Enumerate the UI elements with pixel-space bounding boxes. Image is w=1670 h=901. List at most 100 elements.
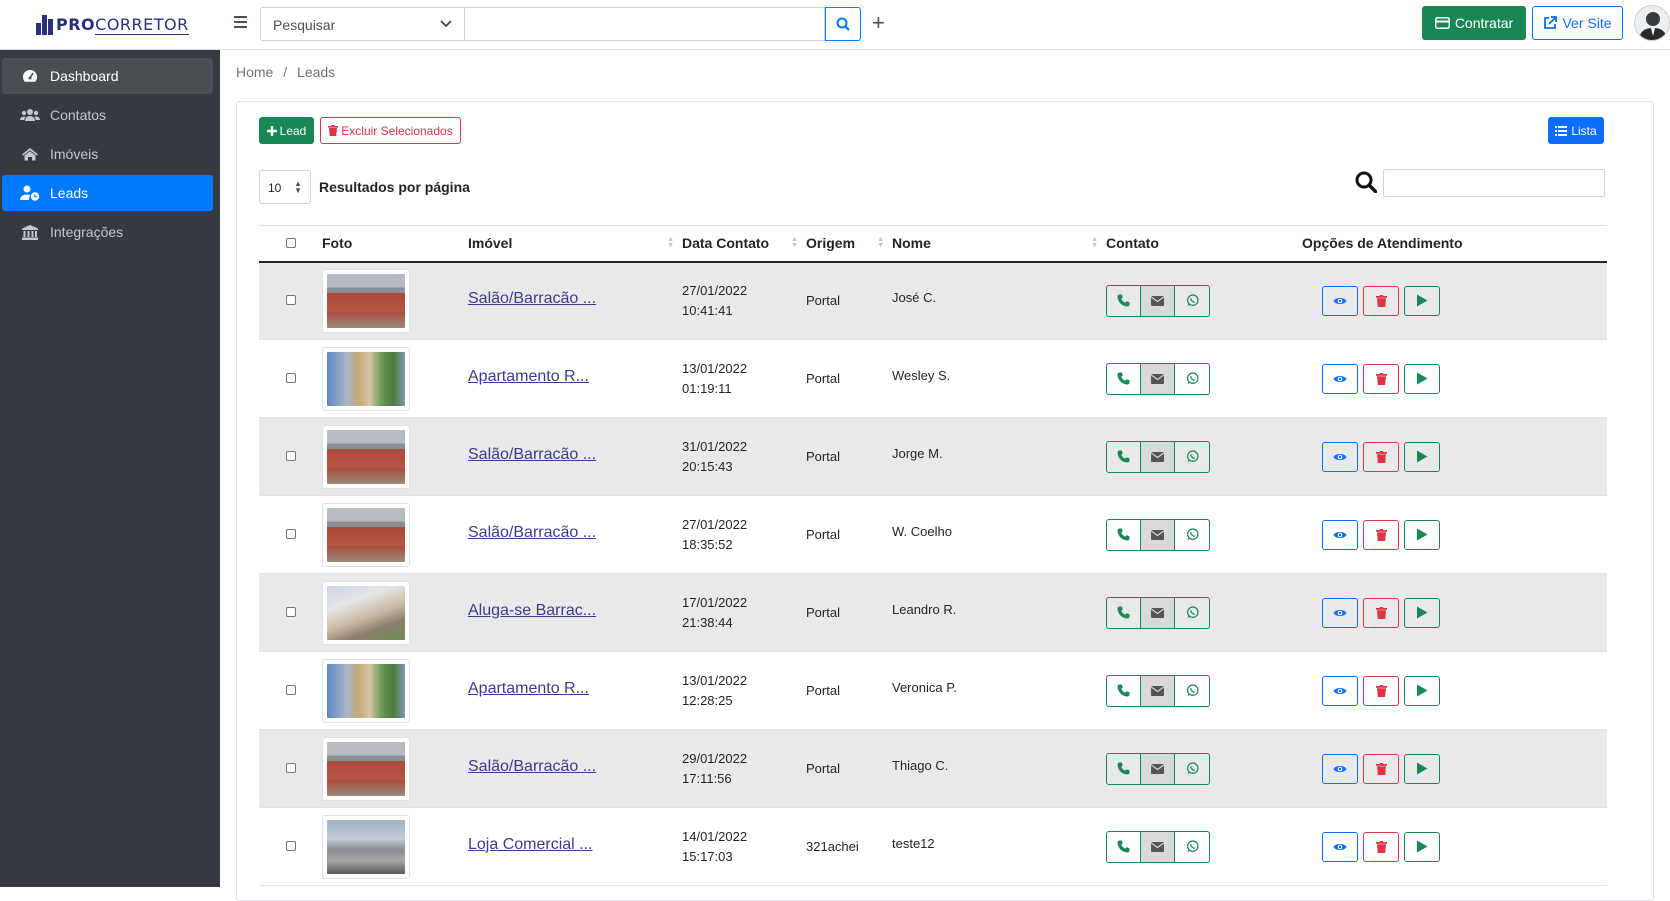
trash-icon xyxy=(1375,294,1387,307)
delete-selected-button[interactable]: Excluir Selecionados xyxy=(320,117,461,144)
sidebar-item-integracoes[interactable]: Integrações xyxy=(2,214,213,250)
delete-button[interactable] xyxy=(1363,753,1399,784)
search-button[interactable] xyxy=(825,7,861,41)
breadcrumb-home[interactable]: Home xyxy=(236,64,273,80)
email-button[interactable] xyxy=(1141,831,1175,862)
property-thumbnail[interactable] xyxy=(322,268,410,333)
column-header-imovel[interactable]: Imóvel ▲ ▼ xyxy=(468,226,682,262)
email-button[interactable] xyxy=(1141,675,1175,706)
row-checkbox[interactable] xyxy=(285,607,296,617)
add-plus-icon[interactable]: + xyxy=(872,12,885,34)
row-checkbox[interactable] xyxy=(285,451,296,461)
property-thumbnail[interactable] xyxy=(322,424,410,489)
hamburger-menu-icon[interactable] xyxy=(234,16,247,28)
column-header-origem[interactable]: Origem ▲ ▼ xyxy=(806,226,892,262)
delete-button[interactable] xyxy=(1363,285,1399,316)
view-button[interactable] xyxy=(1322,519,1358,550)
whatsapp-button[interactable] xyxy=(1175,442,1209,472)
phone-button[interactable] xyxy=(1107,597,1141,628)
row-checkbox[interactable] xyxy=(285,529,296,539)
list-view-button[interactable]: Lista xyxy=(1548,117,1604,144)
phone-button[interactable] xyxy=(1107,519,1141,550)
whatsapp-button[interactable] xyxy=(1175,598,1209,628)
sidebar-item-contatos[interactable]: Contatos xyxy=(2,97,213,133)
property-link[interactable]: Apartamento R... xyxy=(468,368,598,386)
phone-button[interactable] xyxy=(1107,675,1141,706)
delete-button[interactable] xyxy=(1363,441,1399,472)
view-button[interactable] xyxy=(1322,441,1358,472)
sidebar-item-leads[interactable]: Leads xyxy=(2,175,213,211)
delete-button[interactable] xyxy=(1363,675,1399,706)
row-checkbox[interactable] xyxy=(285,373,296,383)
avatar[interactable] xyxy=(1634,5,1670,41)
per-page-select[interactable]: 10 ▲ ▼ xyxy=(259,170,311,204)
property-link[interactable]: Loja Comercial ... xyxy=(468,836,598,854)
delete-button[interactable] xyxy=(1363,363,1399,394)
view-button[interactable] xyxy=(1322,597,1358,628)
brand-logo[interactable]: PROCORRETOR xyxy=(0,0,220,50)
view-button[interactable] xyxy=(1322,285,1358,316)
property-thumbnail[interactable] xyxy=(322,346,410,411)
whatsapp-button[interactable] xyxy=(1175,754,1209,784)
ver-site-button[interactable]: Ver Site xyxy=(1532,6,1623,40)
email-button[interactable] xyxy=(1141,441,1175,472)
start-attendance-button[interactable] xyxy=(1404,753,1440,784)
add-lead-button[interactable]: Lead xyxy=(259,117,314,144)
phone-button[interactable] xyxy=(1107,363,1141,394)
buildings-icon xyxy=(36,14,53,35)
phone-button[interactable] xyxy=(1107,441,1141,472)
property-thumbnail[interactable] xyxy=(322,814,410,879)
view-button[interactable] xyxy=(1322,831,1358,862)
sidebar-item-imoveis[interactable]: Imóveis xyxy=(2,136,213,172)
delete-button[interactable] xyxy=(1363,831,1399,862)
start-attendance-button[interactable] xyxy=(1404,363,1440,394)
whatsapp-button[interactable] xyxy=(1175,676,1209,706)
phone-button[interactable] xyxy=(1107,285,1141,316)
select-all-checkbox[interactable] xyxy=(285,238,296,249)
property-link[interactable]: Salão/Barracão ... xyxy=(468,758,598,776)
row-checkbox[interactable] xyxy=(285,841,296,851)
view-button[interactable] xyxy=(1322,363,1358,394)
row-checkbox[interactable] xyxy=(285,295,296,306)
email-button[interactable] xyxy=(1141,519,1175,550)
email-button[interactable] xyxy=(1141,597,1175,628)
whatsapp-button[interactable] xyxy=(1175,286,1209,316)
view-button[interactable] xyxy=(1322,675,1358,706)
whatsapp-button[interactable] xyxy=(1175,832,1209,862)
property-thumbnail[interactable] xyxy=(322,736,410,801)
property-link[interactable]: Salão/Barracão ... xyxy=(468,524,598,542)
delete-button[interactable] xyxy=(1363,597,1399,628)
phone-button[interactable] xyxy=(1107,831,1141,862)
property-thumbnail[interactable] xyxy=(322,580,410,645)
property-link[interactable]: Apartamento R... xyxy=(468,680,598,698)
whatsapp-button[interactable] xyxy=(1175,364,1209,394)
property-link[interactable]: Salão/Barracão ... xyxy=(468,290,598,308)
email-button[interactable] xyxy=(1141,285,1175,316)
search-category-select[interactable]: Pesquisar xyxy=(260,7,465,41)
property-link[interactable]: Salão/Barracão ... xyxy=(468,446,598,464)
start-attendance-button[interactable] xyxy=(1404,597,1440,628)
property-cell: Salão/Barracão ... xyxy=(468,418,682,496)
column-header-nome[interactable]: Nome ▲ ▼ xyxy=(892,226,1106,262)
phone-button[interactable] xyxy=(1107,753,1141,784)
whatsapp-button[interactable] xyxy=(1175,520,1209,550)
delete-button[interactable] xyxy=(1363,519,1399,550)
property-thumbnail[interactable] xyxy=(322,502,410,567)
view-button[interactable] xyxy=(1322,753,1358,784)
search-input[interactable] xyxy=(465,7,825,41)
email-button[interactable] xyxy=(1141,753,1175,784)
start-attendance-button[interactable] xyxy=(1404,441,1440,472)
sidebar-item-dashboard[interactable]: Dashboard xyxy=(2,58,213,94)
row-checkbox[interactable] xyxy=(285,685,296,695)
table-search-input[interactable] xyxy=(1383,169,1605,197)
start-attendance-button[interactable] xyxy=(1404,285,1440,316)
property-link[interactable]: Aluga-se Barrac... xyxy=(468,602,598,620)
column-header-data-contato[interactable]: Data Contato ▲ ▼ xyxy=(682,226,806,262)
start-attendance-button[interactable] xyxy=(1404,831,1440,862)
row-checkbox[interactable] xyxy=(285,763,296,773)
start-attendance-button[interactable] xyxy=(1404,675,1440,706)
email-button[interactable] xyxy=(1141,363,1175,394)
property-thumbnail[interactable] xyxy=(322,658,410,723)
start-attendance-button[interactable] xyxy=(1404,519,1440,550)
contratar-button[interactable]: Contratar xyxy=(1422,6,1526,40)
